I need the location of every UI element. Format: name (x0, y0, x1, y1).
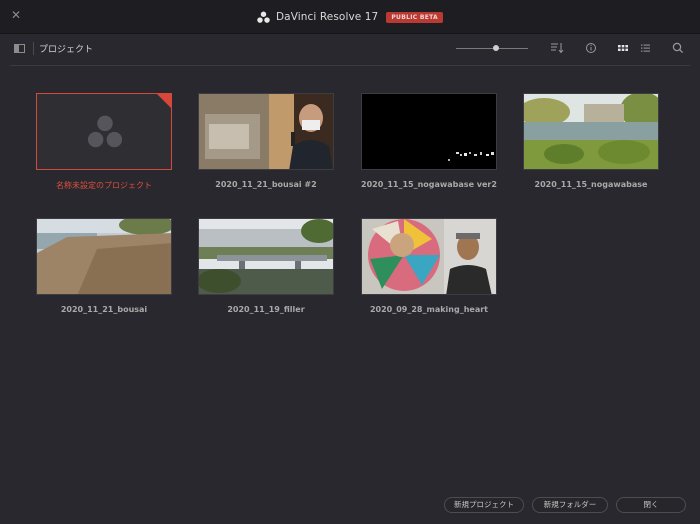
project-thumbnail[interactable] (361, 218, 497, 295)
project-name[interactable]: 2020_11_15_nogawabase ver2 (349, 180, 509, 189)
beta-badge: PUBLIC BETA (386, 11, 443, 23)
riverbank-thumbnail-image (37, 219, 171, 294)
new-project-button[interactable]: 新規プロジェクト (444, 497, 524, 513)
info-icon[interactable] (584, 41, 598, 55)
list-view-icon[interactable] (639, 41, 653, 55)
sort-icon[interactable] (550, 41, 564, 55)
project-thumbnail[interactable] (36, 218, 172, 295)
selected-flag-icon (156, 94, 171, 109)
project-name[interactable]: 名称未設定のプロジェクト (24, 180, 184, 191)
toolbar-divider (33, 42, 34, 55)
grid-view-icon[interactable] (616, 41, 630, 55)
toolbar-divider-line (10, 65, 690, 66)
title-bar: ✕ DaVinci Resolve 17 PUBLIC BETA (0, 0, 700, 34)
project-thumbnail[interactable] (198, 93, 334, 170)
bridge-thumbnail-image (199, 219, 333, 294)
title-group: DaVinci Resolve 17 PUBLIC BETA (0, 10, 700, 24)
zoom-slider-track[interactable] (456, 48, 528, 49)
mural-thumbnail-image (362, 219, 496, 294)
search-icon[interactable] (671, 41, 685, 55)
interview-thumbnail-image (199, 94, 333, 169)
breadcrumb: プロジェクト (39, 45, 94, 55)
project-name[interactable]: 2020_11_15_nogawabase (511, 180, 671, 189)
project-thumbnail[interactable] (198, 218, 334, 295)
project-thumbnail[interactable] (36, 93, 172, 170)
new-folder-button[interactable]: 新規フォルダー (532, 497, 608, 513)
project-name[interactable]: 2020_09_28_making_heart (349, 305, 509, 314)
riverside-thumbnail-image (524, 94, 658, 169)
project-name[interactable]: 2020_11_19_filler (186, 305, 346, 314)
close-button[interactable]: 閉く (616, 497, 686, 513)
sidebar-toggle-icon[interactable] (14, 44, 25, 53)
davinci-placeholder-icon (87, 115, 123, 148)
davinci-logo-icon (257, 11, 270, 23)
project-name[interactable]: 2020_11_21_bousai (24, 305, 184, 314)
project-name[interactable]: 2020_11_21_bousai #2 (186, 180, 346, 189)
window-title: DaVinci Resolve 17 (276, 11, 379, 23)
project-thumbnail[interactable] (361, 93, 497, 170)
black-thumbnail-image (362, 94, 496, 169)
zoom-slider-handle[interactable] (492, 45, 499, 51)
project-thumbnail[interactable] (523, 93, 659, 170)
